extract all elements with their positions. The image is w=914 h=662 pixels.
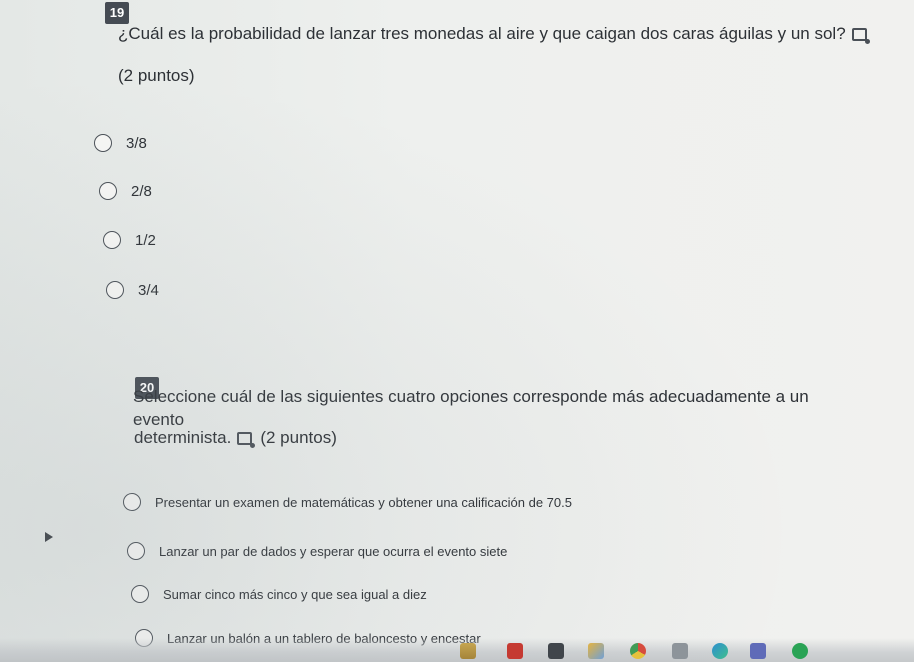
option-19-a[interactable]: 3/8	[94, 134, 147, 152]
radio-button[interactable]	[94, 134, 112, 152]
edge-icon[interactable]	[712, 643, 728, 659]
question-19-points: (2 puntos)	[118, 66, 195, 85]
option-19-b[interactable]: 2/8	[99, 182, 152, 200]
immersive-reader-icon[interactable]	[851, 28, 870, 44]
option-label: 1/2	[135, 231, 156, 249]
option-label: 2/8	[131, 182, 152, 200]
radio-button[interactable]	[131, 585, 149, 603]
teams-icon[interactable]	[750, 643, 766, 659]
option-19-c[interactable]: 1/2	[103, 231, 156, 249]
question-20-text-line2: determinista. (2 puntos)	[134, 426, 337, 449]
spotify-icon[interactable]	[792, 643, 808, 659]
question-19-text: ¿Cuál es la probabilidad de lanzar tres …	[118, 22, 888, 45]
question-number-badge: 19	[105, 2, 129, 24]
paint-icon[interactable]	[588, 643, 604, 659]
question-20-text-line1: Seleccione cuál de las siguientes cuatro…	[133, 387, 809, 429]
network-icon[interactable]	[672, 643, 688, 659]
taskbar	[0, 638, 914, 662]
question-20-prompt-end: determinista.	[134, 428, 232, 447]
option-label: Lanzar un par de dados y esperar que ocu…	[159, 543, 508, 559]
chrome-icon[interactable]	[630, 643, 646, 659]
radio-button[interactable]	[99, 182, 117, 200]
option-20-c[interactable]: Sumar cinco más cinco y que sea igual a …	[131, 585, 427, 603]
option-label: 3/4	[138, 281, 159, 299]
question-20-points: (2 puntos)	[260, 428, 337, 447]
youtube-icon[interactable]	[507, 643, 523, 659]
option-20-b[interactable]: Lanzar un par de dados y esperar que ocu…	[127, 542, 507, 560]
option-20-a[interactable]: Presentar un examen de matemáticas y obt…	[123, 493, 572, 511]
option-label: Presentar un examen de matemáticas y obt…	[155, 494, 572, 510]
option-19-d[interactable]: 3/4	[106, 281, 159, 299]
calculator-icon[interactable]	[548, 643, 564, 659]
radio-button[interactable]	[103, 231, 121, 249]
radio-button[interactable]	[127, 542, 145, 560]
screen-glare	[0, 0, 914, 662]
radio-button[interactable]	[123, 493, 141, 511]
option-label: 3/8	[126, 134, 147, 152]
radio-button[interactable]	[106, 281, 124, 299]
option-label: Sumar cinco más cinco y que sea igual a …	[163, 586, 427, 602]
cursor-icon	[45, 532, 53, 542]
question-19-prompt: ¿Cuál es la probabilidad de lanzar tres …	[118, 24, 846, 43]
file-explorer-icon[interactable]	[460, 643, 476, 659]
immersive-reader-icon[interactable]	[237, 432, 256, 448]
